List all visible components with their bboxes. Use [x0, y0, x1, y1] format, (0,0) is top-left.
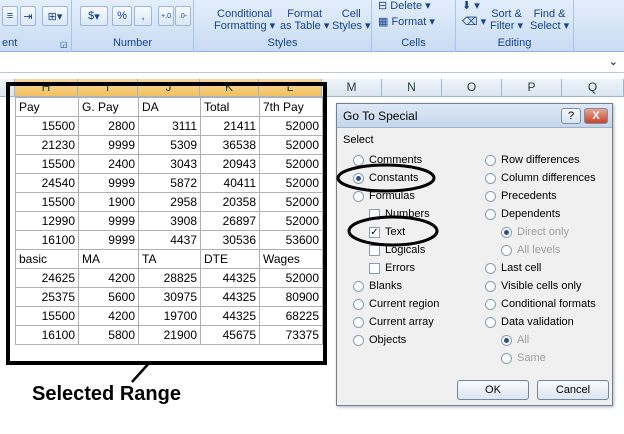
cancel-button[interactable]: Cancel [537, 380, 609, 400]
radio-column-differences[interactable]: Column differences [485, 170, 596, 186]
comma-button[interactable]: , [134, 6, 152, 26]
checkbox-errors[interactable]: Errors [369, 260, 415, 276]
selected-range-label: Selected Range [32, 383, 181, 405]
close-button[interactable]: X [584, 108, 608, 124]
radio-blanks[interactable]: Blanks [353, 278, 402, 294]
merge-center-icon[interactable]: ⊞▾ [42, 6, 68, 26]
sort-filter-button[interactable]: Sort & Filter ▾ [490, 8, 523, 32]
format-button[interactable]: ▦ Format ▾ [378, 16, 435, 28]
alignment-group-label: ent [2, 37, 18, 49]
find-select-button[interactable]: Find & Select ▾ [530, 8, 569, 32]
radio-conditional-formats[interactable]: Conditional formats [485, 296, 596, 312]
indent-icon[interactable]: ⇥ [20, 6, 36, 26]
column-header-q[interactable]: Q [562, 79, 624, 97]
align-left-icon[interactable]: ≡ [2, 6, 18, 26]
selection-frame [6, 82, 327, 365]
editing-group-label: Editing [497, 37, 532, 49]
number-group-label: Number [112, 37, 153, 49]
radio-dependents[interactable]: Dependents [485, 206, 560, 222]
select-label: Select [343, 134, 374, 146]
delete-button[interactable]: ⊟ Delete ▾ [378, 0, 431, 12]
currency-button[interactable]: $ ▾ [80, 6, 108, 26]
radio-objects[interactable]: Objects [353, 332, 406, 348]
radio-formulas[interactable]: Formulas [353, 188, 415, 204]
checkbox-text[interactable]: ✓ Text [369, 224, 405, 240]
format-as-table-button[interactable]: Format as Table ▾ [280, 8, 329, 32]
radio-comments[interactable]: Comments [353, 152, 422, 168]
radio-direct-only[interactable]: Direct only [501, 224, 569, 240]
column-header-p[interactable]: P [502, 79, 562, 97]
expand-formula-bar-icon[interactable]: ⌄ [609, 55, 618, 68]
checkbox-numbers[interactable]: Numbers [369, 206, 430, 222]
column-header-n[interactable]: N [382, 79, 442, 97]
dialog-launcher-icon[interactable]: ◲ [60, 40, 68, 49]
formula-bar[interactable]: ⌄ [0, 53, 624, 73]
radio-data-validation[interactable]: Data validation [485, 314, 574, 330]
go-to-special-dialog: Go To Special ? X Select Comments Consta… [336, 103, 613, 406]
cells-group-label: Cells [401, 37, 426, 49]
ok-button[interactable]: OK [457, 380, 529, 400]
checkbox-logicals[interactable]: Logicals [369, 242, 425, 258]
radio-visible-cells-only[interactable]: Visible cells only [485, 278, 582, 294]
cell-styles-button[interactable]: Cell Styles ▾ [332, 8, 371, 32]
radio-constants[interactable]: Constants [353, 170, 419, 186]
radio-all-levels[interactable]: All levels [501, 242, 560, 258]
conditional-formatting-button[interactable]: Conditional Formatting ▾ [214, 8, 275, 32]
editing-group: ⬇ ▾ ⌫ ▾ Sort & Filter ▾ Find & Select ▾ Ed… [456, 0, 574, 52]
styles-group: Conditional Formatting ▾ Format as Table ▾… [194, 0, 372, 52]
radio-row-differences[interactable]: Row differences [485, 152, 580, 168]
ribbon: ≡ ⇥ ⊞▾ ent ◲ $ ▾ % , +.0 .0- Number Condi… [0, 0, 624, 52]
decrease-decimal-button[interactable]: .0- [175, 6, 191, 26]
styles-group-label: Styles [267, 37, 298, 49]
alignment-group: ≡ ⇥ ⊞▾ ent ◲ [0, 0, 72, 52]
fill-icon[interactable]: ⬇ ▾ [462, 0, 480, 12]
column-header-m[interactable]: M [322, 79, 382, 97]
radio-validation-all[interactable]: All [501, 332, 529, 348]
column-header-o[interactable]: O [442, 79, 502, 97]
number-group: $ ▾ % , +.0 .0- Number [72, 0, 194, 52]
radio-current-array[interactable]: Current array [353, 314, 434, 330]
cells-group: ⊟ Delete ▾ ▦ Format ▾ Cells [372, 0, 456, 52]
radio-last-cell[interactable]: Last cell [485, 260, 541, 276]
radio-validation-same[interactable]: Same [501, 350, 546, 366]
radio-current-region[interactable]: Current region [353, 296, 439, 312]
help-button[interactable]: ? [561, 108, 581, 124]
increase-decimal-button[interactable]: +.0 [158, 6, 174, 26]
percent-button[interactable]: % [112, 6, 132, 26]
clear-icon[interactable]: ⌫ ▾ [462, 16, 486, 28]
radio-precedents[interactable]: Precedents [485, 188, 557, 204]
